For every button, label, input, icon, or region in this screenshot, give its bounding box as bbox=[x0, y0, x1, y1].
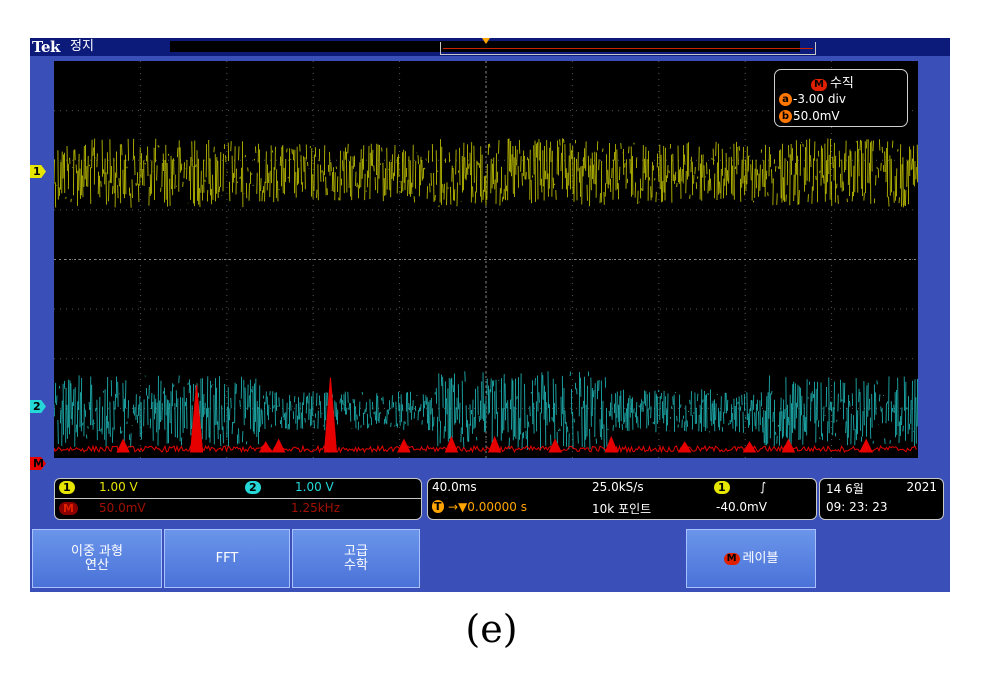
figure-caption: (e) bbox=[465, 607, 518, 651]
vertical-position-value: -3.00 div bbox=[793, 92, 846, 106]
math-spike bbox=[271, 438, 286, 453]
math-spike bbox=[781, 438, 796, 453]
ch2-scale: 1.00 V bbox=[295, 480, 334, 494]
math-level-marker[interactable]: M bbox=[30, 457, 46, 470]
math-badge: M bbox=[811, 79, 827, 91]
knob-b-icon: b bbox=[779, 110, 792, 123]
horizontal-readout: 40.0ms 25.0kS/s 1 ∫ T →▼0.00000 s 10k 포인… bbox=[427, 478, 817, 520]
fft-button[interactable]: FFT bbox=[164, 529, 290, 588]
status-bar: Tek 정지 bbox=[30, 38, 950, 56]
softkey-label: FFT bbox=[215, 550, 239, 566]
record-window bbox=[440, 42, 816, 55]
record-length: 10k 포인트 bbox=[592, 502, 652, 516]
label-button[interactable]: M 레이블 bbox=[686, 529, 816, 588]
trigger-slope-icon: ∫ bbox=[760, 480, 767, 494]
softkey-label: 수학 bbox=[344, 557, 368, 573]
trigger-source-badge: 1 bbox=[714, 481, 730, 494]
math-spike bbox=[444, 435, 459, 453]
sample-rate: 25.0kS/s bbox=[592, 480, 644, 494]
math-spike bbox=[116, 438, 130, 453]
trigger-level: -40.0mV bbox=[716, 500, 767, 514]
channel-scale-readout: 1 1.00 V 2 1.00 V M 50.0mV 1.25kHz bbox=[54, 478, 422, 520]
advanced-math-button[interactable]: 고급 수학 bbox=[292, 529, 420, 588]
ch1-scale: 1.00 V bbox=[99, 480, 138, 494]
brand-logo: Tek bbox=[32, 38, 60, 56]
trigger-position: →▼0.00000 s bbox=[448, 500, 527, 514]
dual-waveform-math-button[interactable]: 이중 과형 연산 bbox=[32, 529, 162, 588]
date: 14 6월 bbox=[826, 482, 864, 496]
vertical-panel-title: 수직 bbox=[829, 76, 854, 91]
vertical-menu-panel[interactable]: M 수직 a -3.00 div b 50.0mV bbox=[774, 69, 908, 127]
ch2-level-marker[interactable]: 2 bbox=[30, 400, 46, 413]
knob-a-icon: a bbox=[779, 93, 792, 106]
ch1-level-marker[interactable]: 1 bbox=[30, 165, 46, 178]
ch1-badge: 1 bbox=[59, 481, 75, 494]
math-scale: 50.0mV bbox=[99, 501, 146, 515]
time-per-div: 40.0ms bbox=[432, 480, 477, 494]
acquisition-state: 정지 bbox=[70, 39, 94, 54]
ch2-trace bbox=[54, 371, 918, 451]
softkey-label: 이중 과형 bbox=[71, 543, 123, 559]
trigger-position-icon bbox=[482, 38, 490, 44]
math-spike bbox=[487, 435, 502, 453]
vertical-scale-value: 50.0mV bbox=[793, 109, 840, 123]
year: 2021 bbox=[906, 480, 937, 494]
time: 09: 23: 23 bbox=[826, 500, 888, 514]
ch2-badge: 2 bbox=[245, 481, 261, 494]
datetime-readout: 14 6월 2021 09: 23: 23 bbox=[819, 478, 944, 520]
trigger-icon: T bbox=[432, 500, 444, 513]
oscilloscope-screen: Tek 정지 M 수직 a -3.00 div b 50.0mV 1 2 M 1 1.… bbox=[30, 38, 950, 592]
math-channel-badge: M bbox=[59, 502, 78, 515]
waveform-display: M 수직 a -3.00 div b 50.0mV bbox=[54, 61, 918, 458]
math-badge: M bbox=[723, 552, 740, 565]
softkey-label: 연산 bbox=[85, 557, 109, 573]
softkey-label: 레이블 bbox=[742, 550, 779, 566]
softkey-label: 고급 bbox=[344, 543, 368, 559]
math-spike bbox=[323, 377, 338, 453]
math-frequency: 1.25kHz bbox=[291, 501, 340, 515]
